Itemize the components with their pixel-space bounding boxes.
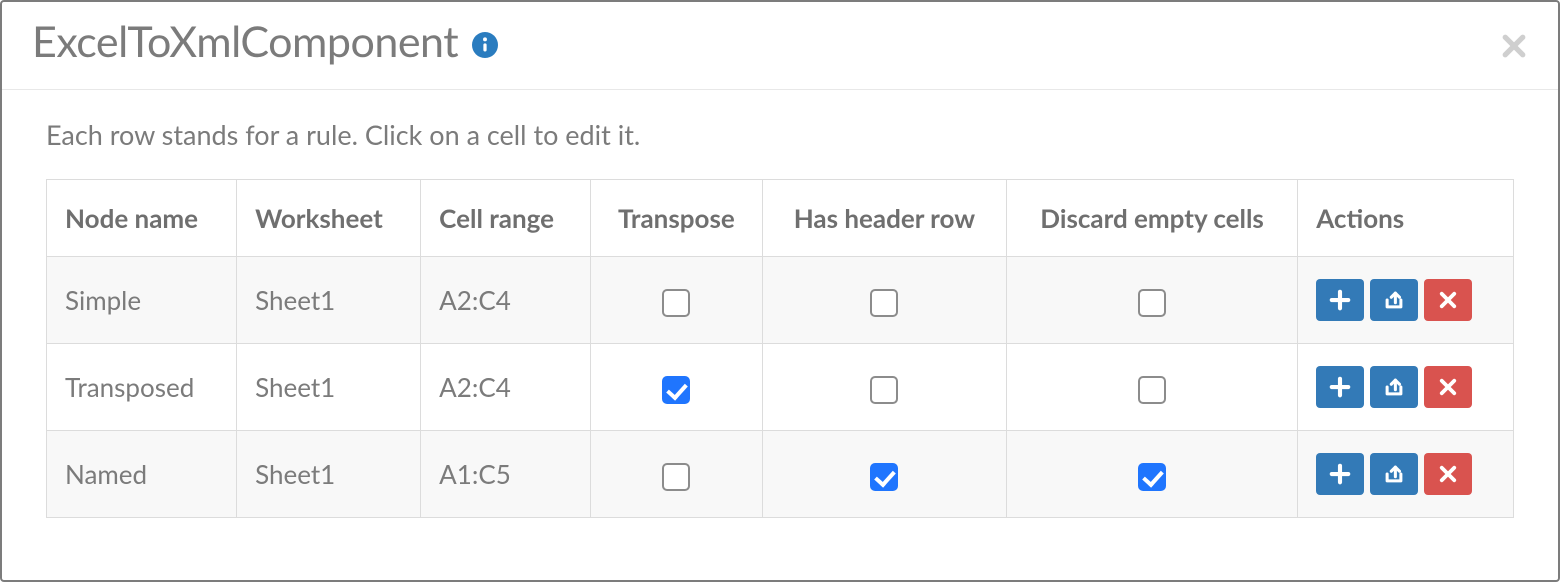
export-row-button[interactable] xyxy=(1370,366,1418,408)
cell-has-header[interactable] xyxy=(762,431,1006,518)
component-panel: ExcelToXmlComponent Each row stands for … xyxy=(0,0,1560,582)
checkbox[interactable] xyxy=(870,289,898,317)
panel-body: Each row stands for a rule. Click on a c… xyxy=(2,90,1558,548)
col-actions: Actions xyxy=(1298,180,1514,257)
cell-node-name[interactable]: Named xyxy=(47,431,237,518)
checkbox[interactable] xyxy=(1138,463,1166,491)
cell-cell-range[interactable]: A2:C4 xyxy=(421,344,591,431)
checkbox[interactable] xyxy=(1138,289,1166,317)
add-row-button[interactable] xyxy=(1316,453,1364,495)
table-row: TransposedSheet1A2:C4 xyxy=(47,344,1514,431)
col-has-header: Has header row xyxy=(762,180,1006,257)
cell-actions xyxy=(1298,257,1514,344)
col-worksheet: Worksheet xyxy=(237,180,421,257)
add-row-button[interactable] xyxy=(1316,366,1364,408)
add-row-button[interactable] xyxy=(1316,279,1364,321)
col-transpose: Transpose xyxy=(590,180,762,257)
cell-worksheet[interactable]: Sheet1 xyxy=(237,431,421,518)
close-icon xyxy=(1438,290,1458,310)
cell-cell-range[interactable]: A2:C4 xyxy=(421,257,591,344)
checkbox[interactable] xyxy=(662,376,690,404)
cell-actions xyxy=(1298,431,1514,518)
plus-icon xyxy=(1329,463,1351,485)
cell-worksheet[interactable]: Sheet1 xyxy=(237,344,421,431)
table-header-row: Node name Worksheet Cell range Transpose… xyxy=(47,180,1514,257)
close-icon xyxy=(1438,377,1458,397)
col-node-name: Node name xyxy=(47,180,237,257)
cell-has-header[interactable] xyxy=(762,344,1006,431)
delete-row-button[interactable] xyxy=(1424,279,1472,321)
checkbox[interactable] xyxy=(870,376,898,404)
delete-row-button[interactable] xyxy=(1424,366,1472,408)
col-discard-empty: Discard empty cells xyxy=(1006,180,1297,257)
cell-transpose[interactable] xyxy=(590,257,762,344)
plus-icon xyxy=(1329,289,1351,311)
cell-node-name[interactable]: Transposed xyxy=(47,344,237,431)
export-icon xyxy=(1383,376,1405,398)
info-icon[interactable] xyxy=(472,32,498,58)
export-row-button[interactable] xyxy=(1370,279,1418,321)
export-icon xyxy=(1383,463,1405,485)
cell-cell-range[interactable]: A1:C5 xyxy=(421,431,591,518)
cell-discard-empty[interactable] xyxy=(1006,257,1297,344)
panel-header: ExcelToXmlComponent xyxy=(2,2,1558,90)
checkbox[interactable] xyxy=(662,289,690,317)
cell-discard-empty[interactable] xyxy=(1006,344,1297,431)
panel-title: ExcelToXmlComponent xyxy=(32,16,458,67)
plus-icon xyxy=(1329,376,1351,398)
cell-has-header[interactable] xyxy=(762,257,1006,344)
export-row-button[interactable] xyxy=(1370,453,1418,495)
close-icon[interactable] xyxy=(1500,32,1528,60)
cell-node-name[interactable]: Simple xyxy=(47,257,237,344)
cell-actions xyxy=(1298,344,1514,431)
cell-worksheet[interactable]: Sheet1 xyxy=(237,257,421,344)
checkbox[interactable] xyxy=(662,463,690,491)
col-cell-range: Cell range xyxy=(421,180,591,257)
checkbox[interactable] xyxy=(1138,376,1166,404)
table-row: NamedSheet1A1:C5 xyxy=(47,431,1514,518)
cell-discard-empty[interactable] xyxy=(1006,431,1297,518)
close-icon xyxy=(1438,464,1458,484)
checkbox[interactable] xyxy=(870,463,898,491)
rules-table: Node name Worksheet Cell range Transpose… xyxy=(46,179,1514,518)
instructions-text: Each row stands for a rule. Click on a c… xyxy=(46,118,1528,151)
table-row: SimpleSheet1A2:C4 xyxy=(47,257,1514,344)
export-icon xyxy=(1383,289,1405,311)
delete-row-button[interactable] xyxy=(1424,453,1472,495)
cell-transpose[interactable] xyxy=(590,344,762,431)
cell-transpose[interactable] xyxy=(590,431,762,518)
